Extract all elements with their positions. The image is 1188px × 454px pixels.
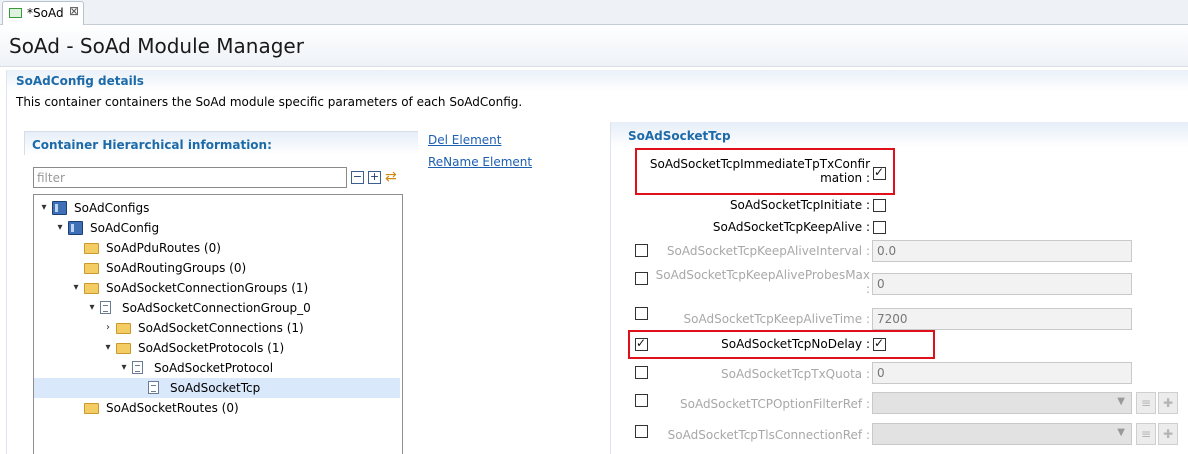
page-title: SoAd - SoAd Module Manager (9, 34, 304, 58)
expand-arrow-icon[interactable]: ▾ (70, 278, 82, 298)
tree-node-label: SoAdSocketProtocols (1) (138, 341, 285, 355)
chevron-down-icon: ▼ (1117, 427, 1125, 438)
optionfilterref-enable-checkbox[interactable] (635, 394, 648, 407)
tree-node-label: SoAdConfigs (74, 201, 150, 215)
config-icon (68, 221, 83, 235)
keepalive-probes-enable-checkbox[interactable] (635, 272, 648, 285)
optionfilterref-dropdown[interactable]: ▼ (872, 392, 1132, 414)
tree-node-label: SoAdSocketConnections (1) (138, 321, 304, 335)
keepalive-probes-label: SoAdSocketTcpKeepAliveProbesMax : (655, 268, 870, 296)
keepalive-time-field[interactable]: 7200 (872, 308, 1132, 330)
txquota-field[interactable]: 0 (872, 362, 1132, 384)
txquota-enable-checkbox[interactable] (635, 366, 648, 379)
file-icon (9, 8, 22, 18)
tcp-keepalive-checkbox[interactable] (873, 221, 886, 234)
tlsconnectionref-label: SoAdSocketTcpTlsConnectionRef : (667, 428, 870, 442)
parameter-panel-title: SoAdSocketTcp (628, 129, 731, 143)
tree-node-label: SoAdConfig (90, 221, 160, 235)
keepalive-interval-enable-checkbox[interactable] (635, 244, 648, 257)
tree-node[interactable]: ▾ SoAdSocketProtocols (1) (34, 338, 400, 358)
editor-tab-soad[interactable]: *SoAd ⊠ (2, 1, 84, 25)
tree-node-label: SoAdSocketTcp (170, 381, 261, 395)
document-icon (100, 301, 111, 314)
list-icon[interactable]: ≡ (1136, 423, 1156, 445)
tree-node[interactable]: ▾ SoAdSocketProtocol (34, 358, 400, 378)
tree-node[interactable]: ▾ SoAdSocketConnectionGroups (1) (34, 278, 400, 298)
expand-arrow-icon[interactable]: ▾ (54, 218, 66, 238)
add-icon[interactable]: ✚ (1158, 423, 1178, 445)
document-icon (132, 361, 143, 374)
add-icon[interactable]: ✚ (1158, 392, 1178, 414)
editor-tab-strip: *SoAd ⊠ (0, 0, 1188, 25)
tlsconnectionref-enable-checkbox[interactable] (635, 425, 648, 438)
tree-node-label: SoAdSocketRoutes (0) (106, 401, 239, 415)
keepalive-interval-label: SoAdSocketTcpKeepAliveInterval : (666, 244, 870, 258)
collapse-all-icon[interactable]: − (351, 171, 364, 184)
module-manager-window: *SoAd ⊠ SoAd - SoAd Module Manager SoAdC… (0, 0, 1188, 454)
txquota-label: SoAdSocketTcpTxQuota : (721, 367, 870, 381)
hierarchy-panel-header: Container Hierarchical information: (24, 131, 418, 155)
optionfilterref-label: SoAdSocketTCPOptionFilterRef : (679, 397, 870, 411)
tree-node[interactable]: SoAdSocketTcp (34, 378, 400, 398)
collapse-arrow-icon[interactable]: › (102, 318, 114, 338)
tree-node[interactable]: SoAdRoutingGroups (0) (34, 258, 400, 278)
document-icon (148, 381, 159, 394)
tree-node-label: SoAdPduRoutes (0) (106, 241, 221, 255)
tcp-initiate-label: SoAdSocketTcpInitiate : (729, 198, 870, 212)
expand-all-icon[interactable]: + (368, 171, 381, 184)
highlight-box (635, 148, 895, 195)
tree-node[interactable]: SoAdPduRoutes (0) (34, 238, 400, 258)
details-header: SoAdConfig details (7, 70, 1188, 92)
del-element-link[interactable]: Del Element (428, 133, 501, 147)
keepalive-probes-field[interactable]: 0 (872, 273, 1132, 295)
parameter-panel-header: SoAdSocketTcp (611, 122, 1188, 148)
tree-node[interactable]: ▾ SoAdConfig (34, 218, 400, 238)
tree-node[interactable]: ▾ SoAdConfigs (34, 198, 400, 218)
chevron-down-icon: ▼ (1117, 396, 1125, 407)
tree-node-label: SoAdSocketConnectionGroups (1) (106, 281, 309, 295)
expand-arrow-icon[interactable]: ▾ (86, 298, 98, 318)
container-tree[interactable]: ▾ SoAdConfigs ▾ SoAdConfig SoAdPduRoutes (0)… (33, 194, 403, 454)
tab-label: *SoAd (27, 6, 64, 20)
highlight-box (628, 330, 935, 359)
folder-icon (116, 323, 131, 334)
sync-icon[interactable]: ⇄ (385, 169, 397, 185)
folder-icon (84, 283, 99, 294)
folder-icon (84, 243, 99, 254)
details-title[interactable]: SoAdConfig details (16, 74, 144, 88)
details-description: This container containers the SoAd modul… (16, 95, 523, 109)
tree-node-label: SoAdRoutingGroups (0) (106, 261, 247, 275)
folder-icon (84, 263, 99, 274)
expand-arrow-icon[interactable]: ▾ (118, 358, 130, 378)
expand-arrow-icon[interactable]: ▾ (38, 198, 50, 218)
tree-filter-input[interactable] (33, 167, 347, 188)
tcp-initiate-checkbox[interactable] (873, 199, 886, 212)
list-icon[interactable]: ≡ (1136, 392, 1156, 414)
expand-arrow-icon[interactable]: ▾ (102, 338, 114, 358)
folder-icon (84, 403, 99, 414)
config-icon (52, 201, 67, 215)
rename-element-link[interactable]: ReName Element (428, 155, 532, 169)
label-line-1: SoAdSocketTcpKeepAliveProbesMax (655, 268, 870, 282)
label-line-2: : (865, 282, 870, 296)
folder-icon (116, 343, 131, 354)
hierarchy-panel-title: Container Hierarchical information: (32, 138, 272, 152)
tree-node-label: SoAdSocketProtocol (154, 361, 274, 375)
close-icon[interactable]: ⊠ (69, 4, 79, 18)
keepalive-time-enable-checkbox[interactable] (635, 307, 648, 320)
page-header: SoAd - SoAd Module Manager (0, 25, 1188, 67)
tree-node[interactable]: ▾ SoAdSocketConnectionGroup_0 (34, 298, 400, 318)
tcp-keepalive-label: SoAdSocketTcpKeepAlive : (712, 220, 870, 234)
keepalive-interval-field[interactable]: 0.0 (872, 240, 1132, 262)
tree-node[interactable]: SoAdSocketRoutes (0) (34, 398, 400, 418)
tlsconnectionref-dropdown[interactable]: ▼ (872, 423, 1132, 445)
tree-node-label: SoAdSocketConnectionGroup_0 (122, 301, 311, 315)
keepalive-time-label: SoAdSocketTcpKeepAliveTime : (683, 312, 871, 326)
tree-node[interactable]: › SoAdSocketConnections (1) (34, 318, 400, 338)
